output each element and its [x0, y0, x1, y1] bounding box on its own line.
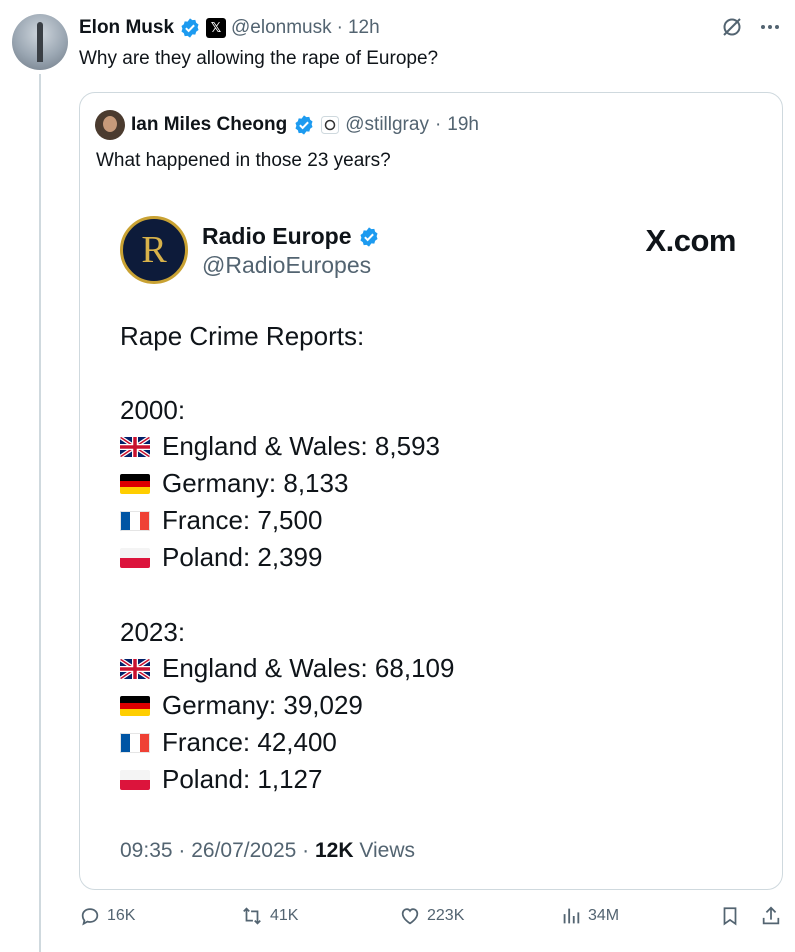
uk-flag-icon: [120, 658, 150, 679]
france-flag-icon: [120, 510, 150, 531]
stat-text: England & Wales: 68,109: [162, 653, 455, 683]
repost-icon: [243, 907, 261, 925]
grok-icon[interactable]: [719, 14, 745, 40]
quote-time: 19h: [447, 114, 479, 135]
embed-account-handle: @RadioEuropes: [202, 252, 372, 278]
stat-text: England & Wales: 8,593: [162, 431, 440, 461]
dot-separator: ·: [336, 17, 343, 38]
author-name[interactable]: Elon Musk: [79, 17, 174, 39]
tweet-header: Elon Musk 𝕏 @elonmusk · 12h: [79, 16, 380, 40]
year-heading: 2000:: [120, 395, 186, 425]
year-heading: 2023:: [120, 617, 186, 647]
reply-count: 16K: [107, 907, 136, 924]
quote-author-avatar: [95, 110, 125, 140]
bookmark-icon: [723, 907, 737, 926]
reply-button[interactable]: 16K: [79, 905, 135, 927]
tweet-time[interactable]: 12h: [348, 17, 380, 39]
views-label: Views: [359, 839, 416, 862]
stat-text: France: 7,500: [162, 505, 323, 535]
stat-row: Poland: 1,127: [120, 764, 322, 795]
stat-row: France: 42,400: [120, 727, 337, 758]
quote-author-handle: @stillgray: [345, 114, 429, 135]
top-actions: [719, 14, 783, 40]
report-title: Rape Crime Reports:: [120, 321, 365, 351]
poland-flag-icon: [120, 547, 150, 568]
stat-row: Poland: 2,399: [120, 542, 322, 573]
germany-flag-icon: [120, 695, 150, 716]
like-button[interactable]: 223K: [399, 905, 464, 927]
stat-row: England & Wales: 8,593: [120, 431, 440, 462]
verified-badge-icon: [359, 226, 378, 247]
x-affiliate-icon: 𝕏: [206, 18, 227, 38]
bookmark-button[interactable]: [719, 905, 741, 927]
views-count-action: 34M: [588, 907, 620, 924]
france-flag-icon: [120, 732, 150, 753]
author-avatar[interactable]: [12, 14, 68, 70]
affiliate-badge-icon: [321, 116, 340, 134]
thread-line: [39, 74, 41, 952]
verified-badge-icon: [295, 115, 313, 135]
embed-account-name: Radio Europe: [202, 223, 380, 250]
quote-header: Ian Miles Cheong @stillgray · 19h: [95, 110, 479, 140]
quoted-tweet[interactable]: Ian Miles Cheong @stillgray · 19h What h…: [79, 92, 783, 890]
views-button[interactable]: 34M: [560, 905, 619, 927]
views-chart-icon: [563, 908, 580, 924]
share-button[interactable]: [760, 905, 782, 927]
reply-icon: [81, 908, 99, 926]
embed-timestamp: 09:35 · 26/07/2025 · 12K Views: [120, 839, 415, 863]
action-bar: 16K 41K 223K 34M: [79, 905, 785, 937]
author-handle[interactable]: @elonmusk: [231, 17, 332, 39]
dot-separator: ·: [434, 114, 442, 135]
embed-name-text: Radio Europe: [202, 223, 352, 249]
stat-row: Germany: 39,029: [120, 690, 363, 721]
stat-text: Poland: 2,399: [162, 542, 323, 572]
stat-text: France: 42,400: [162, 727, 337, 757]
tweet-text: Why are they allowing the rape of Europe…: [79, 48, 439, 69]
radio-europe-logo: R: [120, 216, 188, 284]
stat-row: Germany: 8,133: [120, 468, 348, 499]
stat-text: Germany: 8,133: [162, 468, 349, 498]
views-count: 12K: [315, 839, 354, 862]
site-label: X.com: [645, 223, 736, 258]
like-count: 223K: [427, 907, 465, 924]
more-icon[interactable]: [757, 14, 783, 40]
quote-author-name: Ian Miles Cheong: [131, 114, 288, 135]
stat-text: Germany: 39,029: [162, 690, 363, 720]
uk-flag-icon: [120, 436, 150, 457]
germany-flag-icon: [120, 473, 150, 494]
quote-text: What happened in those 23 years?: [96, 150, 391, 171]
repost-count: 41K: [270, 907, 299, 924]
stat-row: France: 7,500: [120, 505, 322, 536]
verified-badge-icon: [181, 18, 199, 38]
poland-flag-icon: [120, 769, 150, 790]
repost-button[interactable]: 41K: [240, 905, 298, 927]
stat-row: England & Wales: 68,109: [120, 653, 454, 684]
share-icon: [762, 906, 780, 925]
embedded-image[interactable]: R Radio Europe @RadioEuropes X.com Rape …: [116, 209, 746, 879]
heart-icon: [401, 908, 419, 925]
timestamp-text: 09:35 · 26/07/2025 ·: [120, 839, 310, 862]
stat-text: Poland: 1,127: [162, 764, 323, 794]
